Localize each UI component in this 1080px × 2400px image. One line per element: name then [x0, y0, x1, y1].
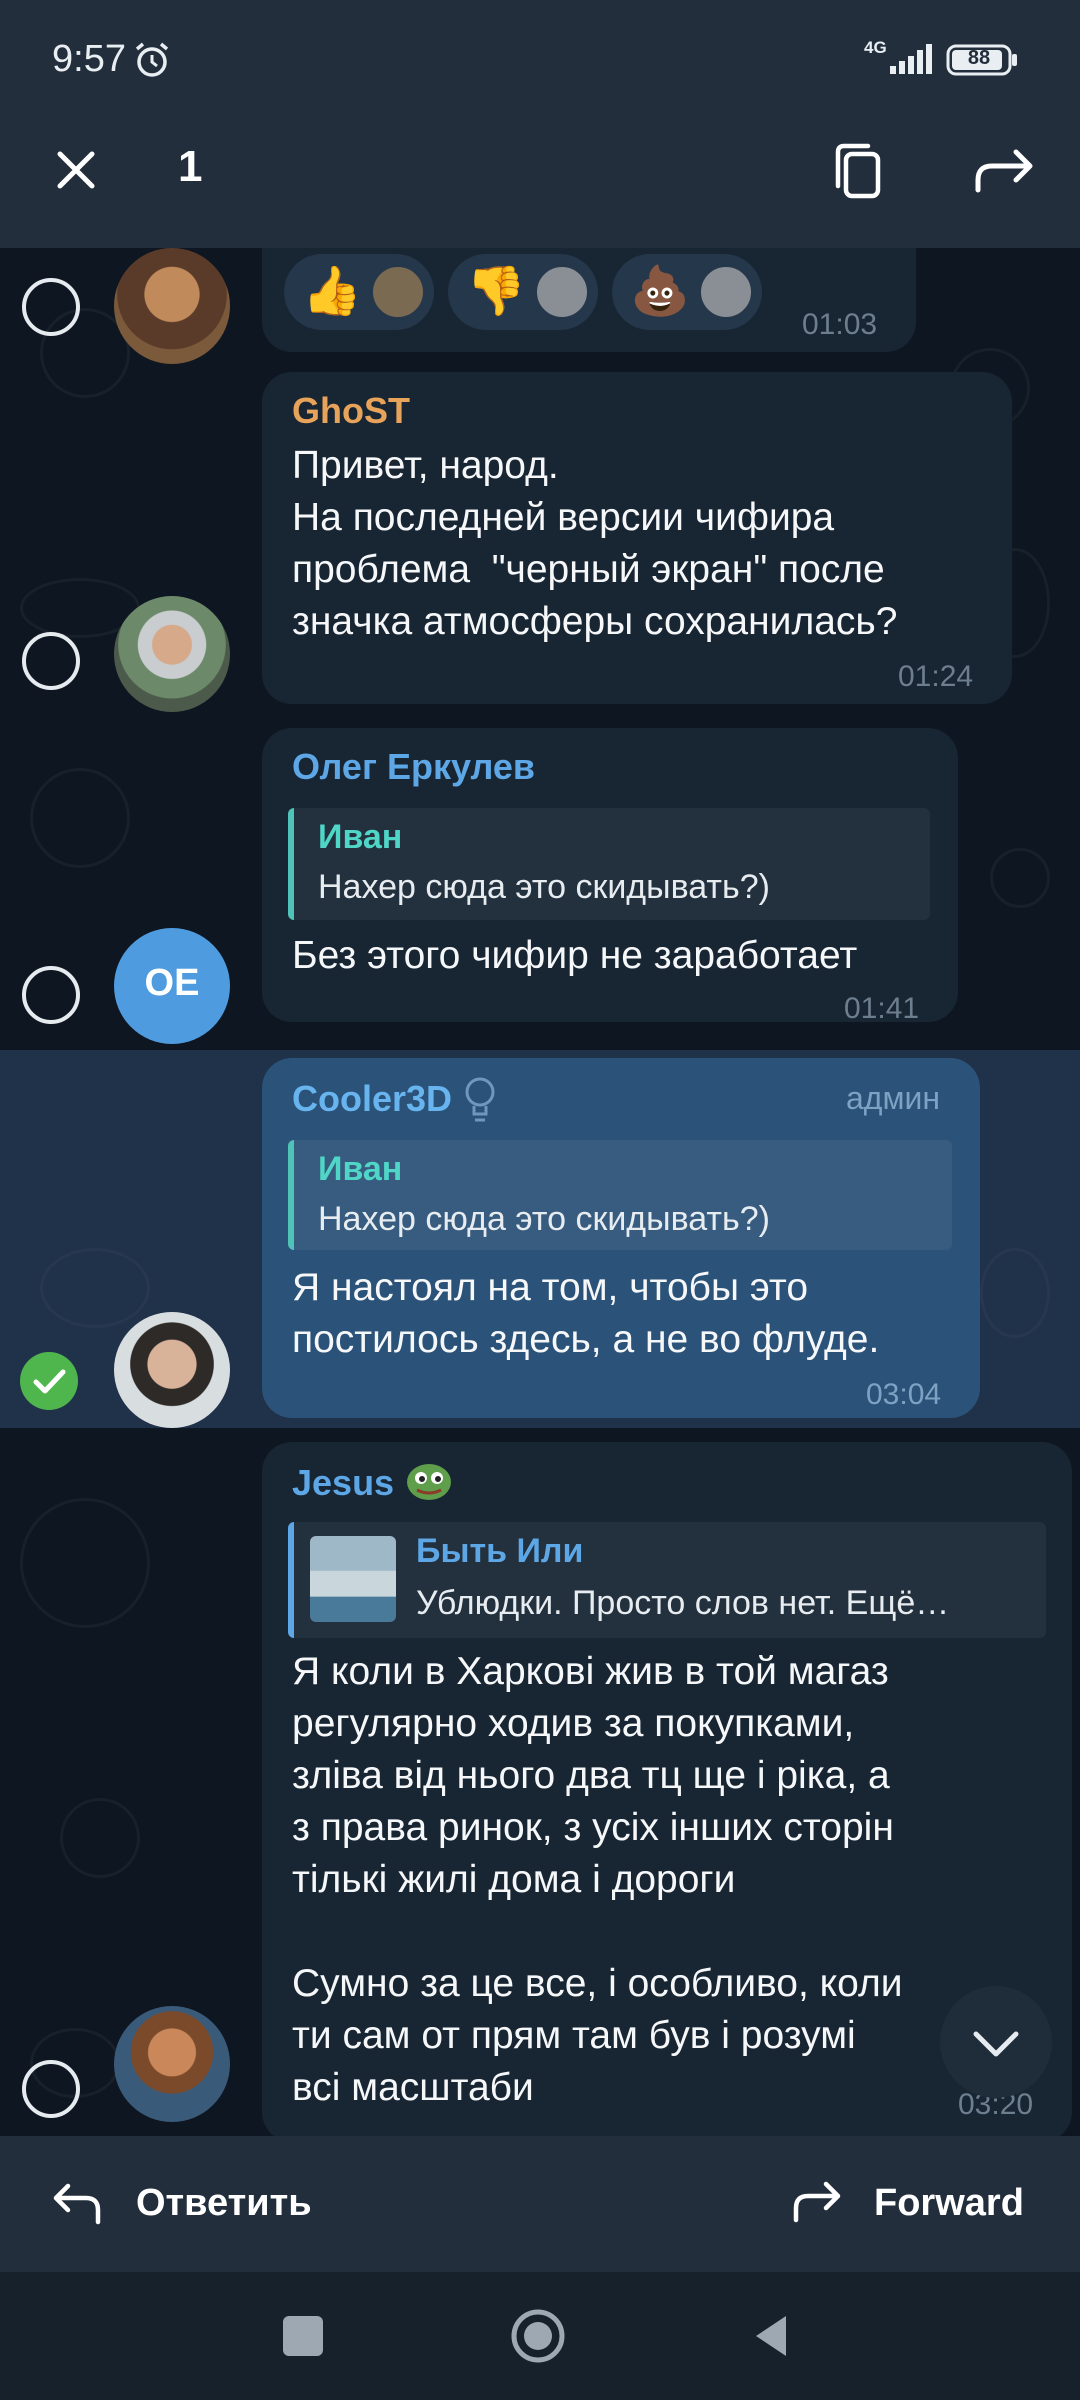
- reactor-avatar: [534, 264, 590, 320]
- selection-toolbar: [0, 120, 1080, 248]
- avatar[interactable]: [114, 248, 230, 364]
- select-checkbox[interactable]: [22, 2060, 80, 2118]
- avatar[interactable]: OE: [114, 928, 230, 1044]
- bulb-icon: [465, 1077, 495, 1122]
- chevron-down-icon: [973, 2031, 1019, 2057]
- reaction-pile-of-poo[interactable]: 💩: [612, 254, 762, 330]
- sender-name[interactable]: Jesus: [292, 1462, 394, 1504]
- select-checkbox[interactable]: [22, 278, 80, 336]
- recents-button[interactable]: [283, 2316, 323, 2356]
- reaction-thumbs-up[interactable]: 👍: [284, 254, 434, 330]
- select-checkbox[interactable]: [22, 966, 80, 1024]
- message-text: Я настоял на том, чтобы это постилось зд…: [292, 1266, 880, 1361]
- reply-author: Быть Или: [416, 1532, 584, 1570]
- avatar[interactable]: [114, 2006, 230, 2122]
- check-icon: [33, 1369, 66, 1394]
- reactor-avatar: [698, 264, 754, 320]
- reply-preview[interactable]: Иван Нахер сюда это скидывать?): [288, 808, 930, 920]
- reply-button[interactable]: Ответить: [136, 2182, 312, 2225]
- message-time: 01:41: [844, 992, 920, 1025]
- message-time: 01:03: [802, 308, 878, 341]
- reply-preview[interactable]: Быть Или Ублюдки. Просто слов нет. Ещё…: [288, 1522, 1046, 1638]
- pepe-emoji-icon: [407, 1464, 451, 1500]
- avatar[interactable]: [114, 596, 230, 712]
- avatar[interactable]: [114, 1312, 230, 1428]
- reply-author: Иван: [318, 1150, 403, 1188]
- select-checkbox-checked[interactable]: [20, 1352, 78, 1410]
- message-time: 01:24: [898, 660, 974, 693]
- forward-button[interactable]: Forward: [874, 2182, 1024, 2225]
- close-icon[interactable]: [46, 140, 106, 200]
- reactor-avatar: [370, 264, 426, 320]
- reply-text: Нахер сюда это скидывать?): [318, 868, 770, 906]
- reply-preview[interactable]: Иван Нахер сюда это скидывать?): [288, 1140, 952, 1250]
- alarm-icon: [135, 42, 169, 77]
- sender-name[interactable]: GhoST: [292, 390, 410, 432]
- reply-author: Иван: [318, 818, 403, 856]
- chat-area[interactable]: 👍 👎 💩 01:03 GhoST Привет, народ. На посл…: [0, 248, 1080, 2136]
- reply-thumbnail: [310, 1536, 396, 1622]
- selected-count: 1: [178, 142, 203, 191]
- thumbs-up-icon: 👍: [302, 265, 362, 318]
- forward-icon[interactable]: [970, 140, 1040, 200]
- message-time: 03:04: [866, 1378, 942, 1411]
- reply-icon[interactable]: [50, 2178, 102, 2228]
- select-checkbox[interactable]: [22, 632, 80, 690]
- avatar-initials: OE: [144, 962, 200, 1004]
- message-text: Привет, народ. На последней версии чифир…: [292, 444, 898, 643]
- battery-level: 88: [967, 47, 991, 69]
- thumbs-down-icon: 👎: [466, 265, 526, 318]
- status-time: 9:57: [52, 38, 126, 80]
- scroll-down-button[interactable]: [940, 1986, 1052, 2098]
- home-button[interactable]: [508, 2306, 568, 2366]
- message-text: Я коли в Харкові жив в той магаз регуляр…: [292, 1650, 903, 2109]
- pile-of-poo-icon: 💩: [630, 265, 690, 318]
- reply-text: Ублюдки. Просто слов нет. Ещё…: [416, 1584, 950, 1622]
- forward-icon[interactable]: [790, 2176, 846, 2226]
- sender-name[interactable]: Олег Еркулев: [292, 746, 535, 788]
- message-text: Без этого чифир не заработает: [292, 934, 858, 977]
- back-button[interactable]: [746, 2310, 796, 2362]
- copy-icon[interactable]: [826, 138, 892, 204]
- admin-badge: админ: [846, 1080, 941, 1116]
- signal-icon: [890, 44, 932, 74]
- sender-name[interactable]: Cooler3D: [292, 1078, 452, 1120]
- reaction-thumbs-down[interactable]: 👎: [448, 254, 598, 330]
- reply-text: Нахер сюда это скидывать?): [318, 1200, 770, 1238]
